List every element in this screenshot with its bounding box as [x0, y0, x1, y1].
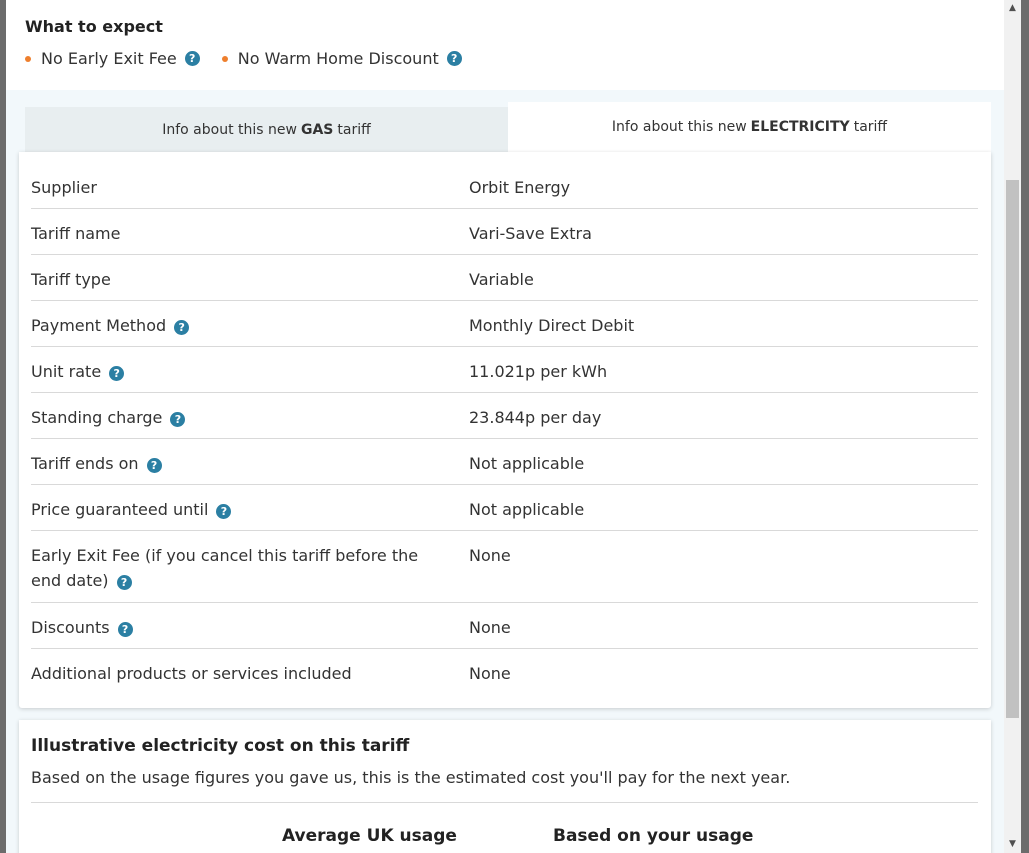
row-label: Discounts? [31, 615, 441, 640]
row-value: Variable [469, 270, 534, 289]
table-row-supplier: Supplier Orbit Energy [31, 163, 978, 209]
row-value: Not applicable [469, 500, 585, 519]
row-label: Early Exit Fee (if you cancel this tarif… [31, 543, 441, 593]
scrollbar-thumb[interactable] [1006, 180, 1019, 718]
bullet-icon [25, 55, 31, 62]
row-label-text: Discounts [31, 618, 110, 637]
table-row-tariff-ends-on: Tariff ends on? Not applicable [31, 439, 978, 485]
row-value: Monthly Direct Debit [469, 316, 635, 335]
row-label: Supplier [31, 178, 97, 197]
what-to-expect-title: What to expect [25, 17, 163, 36]
expect-list: No Early Exit Fee ? No Warm Home Discoun… [25, 49, 484, 68]
table-row-discounts: Discounts? None [31, 603, 978, 649]
row-value: Not applicable [469, 454, 585, 473]
row-label-text: Standing charge [31, 408, 163, 427]
bullet-icon [221, 55, 228, 62]
row-label: Tariff type [31, 270, 111, 289]
tariff-details-table: Supplier Orbit Energy Tariff name Vari-S… [19, 152, 991, 708]
help-icon[interactable]: ? [184, 51, 200, 66]
table-row-price-guaranteed-until: Price guaranteed until? Not applicable [31, 485, 978, 531]
table-row-additional-products: Additional products or services included… [31, 649, 978, 694]
help-icon[interactable]: ? [446, 51, 462, 66]
row-value: None [469, 618, 511, 637]
cost-subtitle: Based on the usage figures you gave us, … [31, 768, 791, 787]
row-label: Price guaranteed until? [31, 497, 441, 522]
help-icon[interactable]: ? [109, 366, 125, 381]
row-label: Tariff name [31, 224, 121, 243]
scroll-up-icon[interactable]: ▲ [1004, 0, 1021, 17]
table-row-standing-charge: Standing charge? 23.844p per day [31, 393, 978, 439]
cost-title: Illustrative electricity cost on this ta… [31, 736, 410, 756]
row-label-text: Payment Method [31, 316, 167, 335]
table-row-early-exit-fee: Early Exit Fee (if you cancel this tarif… [31, 531, 978, 603]
tab-label-prefix: Info about this new [162, 121, 297, 138]
row-value: None [469, 664, 511, 683]
row-value: None [469, 546, 511, 565]
row-value: Orbit Energy [469, 178, 571, 197]
tab-label-bold: GAS [300, 121, 334, 138]
table-row-tariff-name: Tariff name Vari-Save Extra [31, 209, 978, 255]
table-row-unit-rate: Unit rate? 11.021p per kWh [31, 347, 978, 393]
row-label: Additional products or services included [31, 664, 352, 683]
help-icon[interactable]: ? [146, 458, 162, 473]
help-icon[interactable]: ? [116, 575, 132, 590]
help-icon[interactable]: ? [174, 320, 190, 335]
row-label-text: Early Exit Fee (if you cancel this tarif… [31, 546, 419, 590]
expect-item-early-exit-fee: No Early Exit Fee ? [25, 49, 200, 68]
row-label: Tariff ends on? [31, 451, 441, 476]
tab-label-suffix: tariff [337, 121, 371, 138]
row-label-text: Unit rate [31, 362, 102, 381]
column-header-average-usage: Average UK usage [282, 826, 457, 846]
tab-label-suffix: tariff [853, 119, 888, 135]
row-label: Standing charge? [31, 405, 441, 430]
row-label: Payment Method? [31, 313, 441, 338]
tab-label-bold: ELECTRICITY [750, 119, 850, 135]
what-to-expect-section: What to expect No Early Exit Fee ? No Wa… [6, 0, 1004, 90]
illustrative-cost-section: Illustrative electricity cost on this ta… [19, 720, 991, 853]
expect-item-label: No Early Exit Fee [41, 49, 177, 68]
row-label: Unit rate? [31, 359, 441, 384]
row-label-text: Tariff ends on [31, 454, 139, 473]
tariff-info-modal: What to expect No Early Exit Fee ? No Wa… [6, 0, 1004, 853]
scroll-down-icon[interactable]: ▼ [1004, 836, 1021, 853]
row-value: 23.844p per day [469, 408, 602, 427]
help-icon[interactable]: ? [170, 412, 186, 427]
table-row-payment-method: Payment Method? Monthly Direct Debit [31, 301, 978, 347]
table-row-tariff-type: Tariff type Variable [31, 255, 978, 301]
help-icon[interactable]: ? [216, 504, 232, 519]
tariff-tabs: Info about this new GAS tariff Info about … [25, 102, 991, 152]
row-value: Vari-Save Extra [469, 224, 592, 243]
tab-electricity-tariff[interactable]: Info about this new ELECTRICITY tariff [508, 102, 991, 152]
divider [31, 802, 978, 803]
expect-item-warm-home-discount: No Warm Home Discount ? [221, 49, 462, 68]
column-header-your-usage: Based on your usage [553, 826, 754, 846]
tab-label-prefix: Info about this new [611, 119, 747, 135]
help-icon[interactable]: ? [117, 622, 133, 637]
tab-gas-tariff[interactable]: Info about this new GAS tariff [25, 107, 508, 152]
row-label-text: Price guaranteed until [31, 500, 209, 519]
row-value: 11.021p per kWh [469, 362, 608, 381]
vertical-scrollbar[interactable]: ▲ ▼ [1004, 0, 1021, 853]
expect-item-label: No Warm Home Discount [237, 49, 439, 68]
